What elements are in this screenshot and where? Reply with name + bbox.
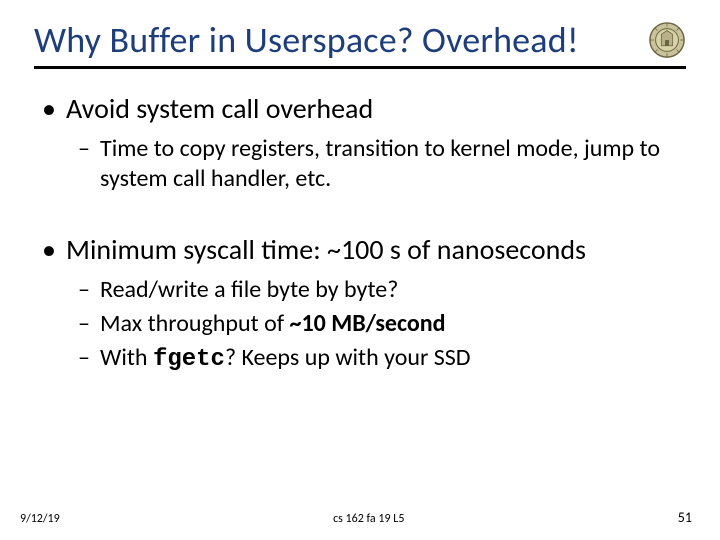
slide: Why Buffer in Userspace? Overhead! (0, 0, 720, 540)
title-row: Why Buffer in Userspace? Overhead! (34, 18, 686, 69)
footer-page-number: 51 (678, 509, 692, 526)
bullet-2-sub-3: With fgetc? Keeps up with your SSD (78, 343, 686, 375)
bullet-1-sub-1: Time to copy registers, transition to ke… (78, 134, 686, 194)
footer-date: 9/12/19 (20, 512, 60, 526)
seal-icon (648, 21, 686, 59)
footer-course: cs 162 fa 19 L5 (333, 512, 404, 526)
bullet-2: Minimum syscall time: ~100 s of nanoseco… (42, 232, 686, 267)
text-fragment: Max throughput of (100, 309, 290, 338)
text-fragment: ? Keeps up with your SSD (225, 343, 471, 372)
bullet-2-sub-1: Read/write a file byte by byte? (78, 275, 686, 305)
bullet-1: Avoid system call overhead (42, 91, 686, 126)
bold-text: ~10 MB/second (290, 309, 446, 338)
bullet-2-sub-2: Max throughput of ~10 MB/second (78, 309, 686, 339)
footer: 9/12/19 cs 162 fa 19 L5 51 (0, 509, 720, 526)
spacer (42, 198, 686, 232)
text-fragment: With (100, 343, 153, 372)
content-area: Avoid system call overhead Time to copy … (34, 91, 686, 375)
code-text: fgetc (153, 346, 225, 373)
slide-title: Why Buffer in Userspace? Overhead! (34, 18, 579, 62)
